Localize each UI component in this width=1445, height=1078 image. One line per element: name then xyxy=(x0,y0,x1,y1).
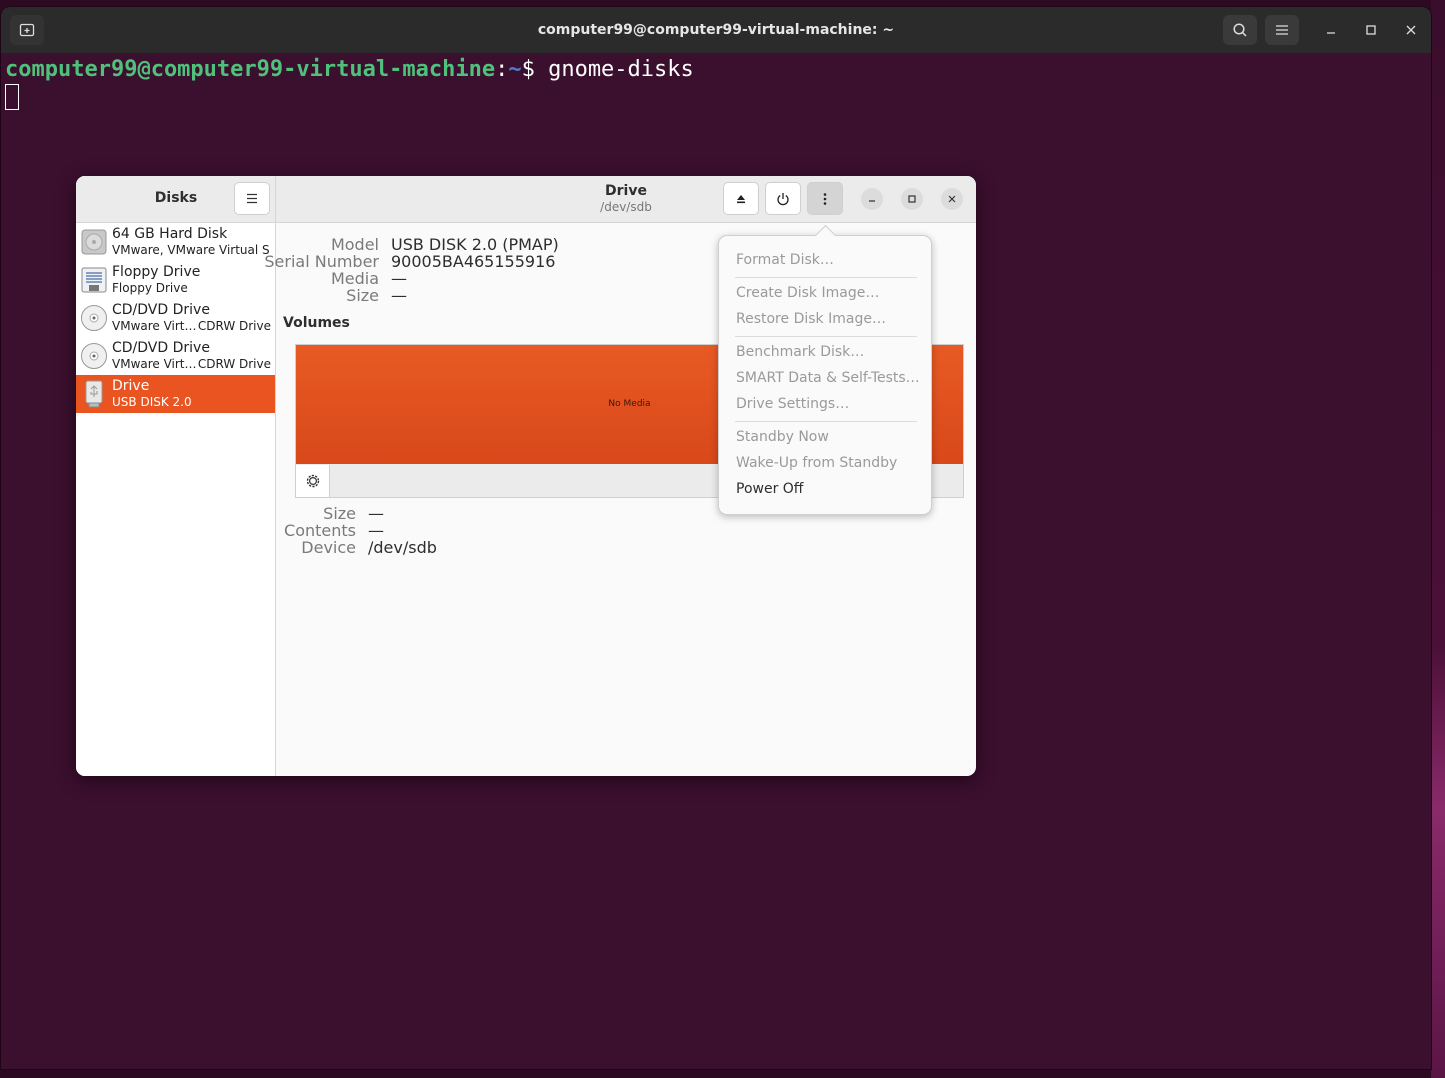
menu-item-format-disk[interactable]: Format Disk… xyxy=(736,252,834,268)
close-icon xyxy=(948,195,956,203)
power-off-button[interactable] xyxy=(765,182,801,215)
drive-description: Floppy Drive xyxy=(112,281,188,295)
menu-separator xyxy=(735,421,917,422)
menu-item-power-off[interactable]: Power Off xyxy=(736,481,803,497)
prompt-line: computer99@computer99-virtual-machine:~$… xyxy=(5,57,1427,82)
app-menu-button[interactable] xyxy=(234,182,270,215)
serial-value: 90005BA465155916 xyxy=(391,252,556,271)
drive-type: CDRW Drive xyxy=(197,319,271,333)
close-icon xyxy=(1406,25,1416,35)
hamburger-icon xyxy=(247,193,257,204)
cd-icon xyxy=(81,343,107,369)
prompt-path: ~ xyxy=(508,57,522,82)
close-button[interactable] xyxy=(1399,18,1423,42)
terminal-title: computer99@computer99-virtual-machine: ~ xyxy=(537,22,895,38)
usb-icon xyxy=(85,380,103,408)
volume-settings-button[interactable] xyxy=(296,465,330,497)
cd-icon xyxy=(81,305,107,331)
disks-minimize-button[interactable] xyxy=(861,188,883,210)
power-icon xyxy=(777,192,789,205)
volume-device-value: /dev/sdb xyxy=(368,538,437,557)
vertical-dots-icon xyxy=(823,192,827,205)
hamburger-icon xyxy=(1276,25,1288,35)
menu-item-wake-up[interactable]: Wake-Up from Standby xyxy=(736,455,897,471)
desktop-wallpaper xyxy=(1431,0,1445,1078)
volume-device-label: Device xyxy=(301,538,356,557)
sidebar-item-hard-disk[interactable]: 64 GB Hard Disk VMware, VMware Virtual S xyxy=(76,223,275,261)
drive-description: USB DISK 2.0 xyxy=(112,395,192,409)
drive-name: Floppy Drive xyxy=(112,264,201,280)
gear-icon xyxy=(306,474,319,488)
volumes-heading: Volumes xyxy=(283,315,350,331)
prompt-user: computer99@computer99-virtual-machine xyxy=(5,57,496,82)
menu-item-create-disk-image[interactable]: Create Disk Image… xyxy=(736,285,879,301)
command-text: gnome-disks xyxy=(548,57,694,82)
drive-name: CD/DVD Drive xyxy=(112,302,210,318)
minimize-icon xyxy=(1327,32,1335,34)
terminal-output[interactable]: computer99@computer99-virtual-machine:~$… xyxy=(1,53,1431,120)
drive-description: VMware Virt… xyxy=(112,357,197,371)
terminal-header-bar: computer99@computer99-virtual-machine: ~ xyxy=(1,7,1431,53)
hard-disk-icon xyxy=(81,229,107,255)
maximize-button[interactable] xyxy=(1359,18,1383,42)
drive-description: VMware, VMware Virtual S xyxy=(112,243,270,257)
sidebar-item-usb-drive[interactable]: Drive USB DISK 2.0 xyxy=(76,375,275,413)
disks-maximize-button[interactable] xyxy=(901,188,923,210)
sidebar-header: Disks xyxy=(76,176,275,223)
eject-button[interactable] xyxy=(723,182,759,215)
floppy-icon xyxy=(81,267,107,293)
size-label: Size xyxy=(346,286,379,305)
drive-name: CD/DVD Drive xyxy=(112,340,210,356)
search-icon xyxy=(1233,23,1247,37)
menu-item-smart[interactable]: SMART Data & Self-Tests… xyxy=(736,370,920,386)
menu-item-standby-now[interactable]: Standby Now xyxy=(736,429,829,445)
drive-name: Drive xyxy=(112,378,150,394)
minimize-button[interactable] xyxy=(1319,18,1343,42)
drive-options-button[interactable] xyxy=(807,182,843,215)
drive-name: 64 GB Hard Disk xyxy=(112,226,228,242)
maximize-icon xyxy=(908,195,916,203)
minimize-icon xyxy=(869,200,875,202)
search-button[interactable] xyxy=(1223,15,1257,45)
size-value: — xyxy=(391,286,407,305)
prompt-separator: : xyxy=(495,57,509,82)
prompt-dollar: $ xyxy=(521,57,549,82)
menu-item-restore-disk-image[interactable]: Restore Disk Image… xyxy=(736,311,886,327)
menu-separator xyxy=(735,336,917,337)
main-header-bar: Drive /dev/sdb xyxy=(276,176,976,223)
sidebar-item-floppy[interactable]: Floppy Drive Floppy Drive xyxy=(76,261,275,299)
eject-icon xyxy=(737,194,745,203)
terminal-menu-button[interactable] xyxy=(1265,15,1299,45)
drive-type: CDRW Drive xyxy=(197,357,271,371)
terminal-cursor xyxy=(5,84,19,110)
drive-options-menu: Format Disk… Create Disk Image… Restore … xyxy=(718,235,932,515)
drive-sidebar: Disks 64 GB Hard Disk VMware, VMware Vir… xyxy=(76,176,276,776)
drive-description: VMware Virt… xyxy=(112,319,197,333)
menu-item-benchmark[interactable]: Benchmark Disk… xyxy=(736,344,864,360)
maximize-icon xyxy=(1366,25,1376,35)
sidebar-item-cd-dvd-2[interactable]: CD/DVD Drive VMware Virt… CDRW Drive xyxy=(76,337,275,375)
menu-item-drive-settings[interactable]: Drive Settings… xyxy=(736,396,849,412)
menu-separator xyxy=(735,277,917,278)
disks-close-button[interactable] xyxy=(941,188,963,210)
sidebar-item-cd-dvd-1[interactable]: CD/DVD Drive VMware Virt… CDRW Drive xyxy=(76,299,275,337)
